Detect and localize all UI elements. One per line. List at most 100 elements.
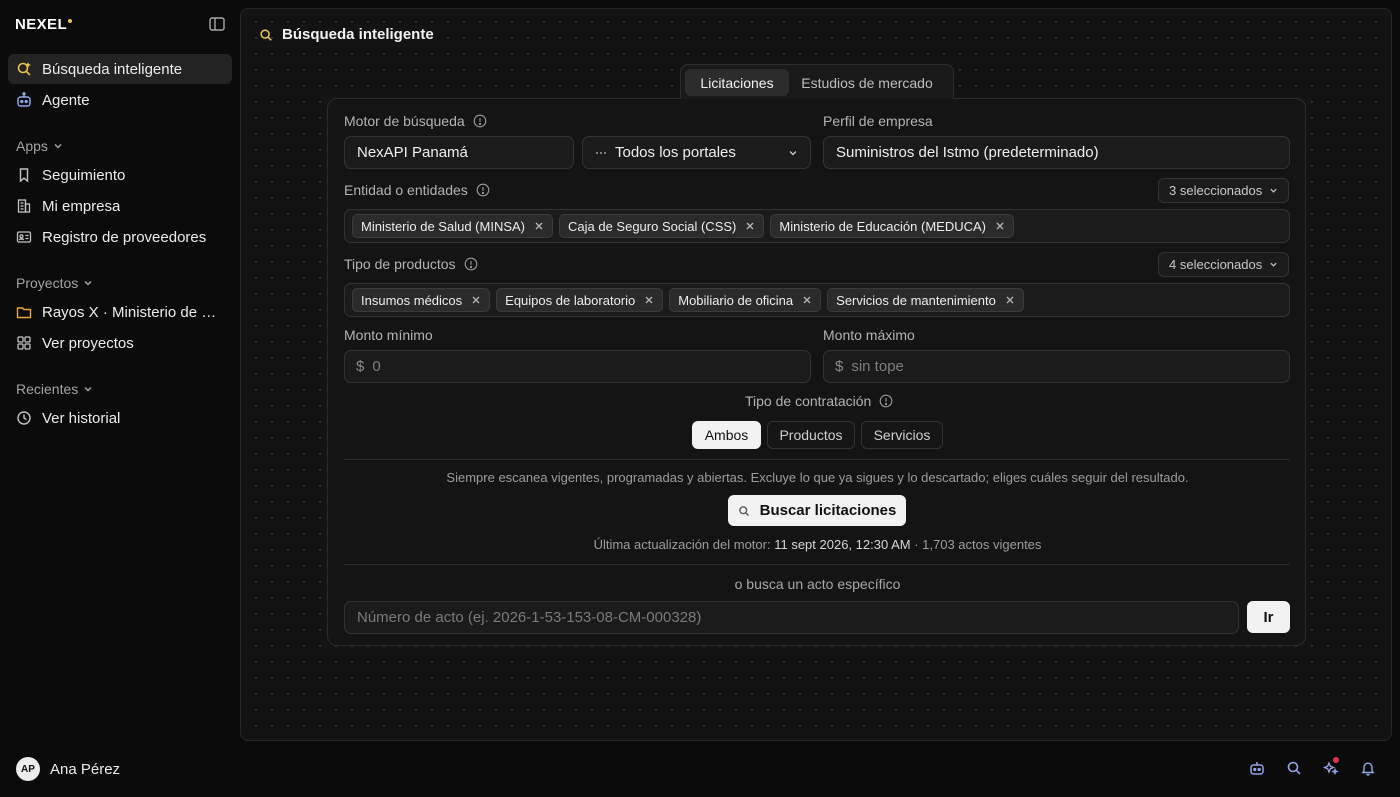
sidebar-item-agente[interactable]: Agente: [8, 85, 232, 115]
products-chip-input[interactable]: Insumos médicos Equipos de laboratorio M…: [344, 283, 1290, 317]
sparkles-icon[interactable]: [1323, 757, 1339, 776]
contract-option-servicios[interactable]: Servicios: [861, 421, 943, 449]
products-label: Tipo de productos: [344, 256, 478, 272]
sidebar-item-label: Agente: [42, 91, 90, 109]
update-time: 11 sept 2026, 12:30 AM: [774, 537, 911, 552]
page-title-text: Búsqueda inteligente: [282, 26, 434, 43]
product-chip: Equipos de laboratorio: [496, 288, 664, 312]
profile-select[interactable]: Suministros del Istmo (predeterminado): [823, 136, 1290, 169]
id-card-icon: [16, 229, 32, 245]
min-amount-placeholder: 0: [372, 358, 381, 375]
close-icon[interactable]: [471, 295, 481, 305]
sidebar-item-label: Seguimiento: [42, 166, 126, 184]
sidebar-item-label: Mi empresa: [42, 197, 121, 215]
scan-note: Siempre escanea vigentes, programadas y …: [446, 470, 1189, 485]
products-label-text: Tipo de productos: [344, 256, 456, 272]
sidebar-item-busqueda-inteligente[interactable]: Búsqueda inteligente: [8, 54, 232, 84]
building-icon: [16, 198, 32, 214]
info-icon[interactable]: [473, 114, 487, 128]
chip-label: Ministerio de Salud (MINSA): [361, 218, 525, 234]
min-amount-input[interactable]: $ 0: [344, 350, 811, 383]
entities-label-text: Entidad o entidades: [344, 182, 468, 198]
min-amount-label: Monto mínimo: [344, 327, 433, 343]
info-icon[interactable]: [879, 394, 893, 408]
chip-label: Ministerio de Educación (MEDUCA): [779, 218, 986, 234]
sidebar-item-project-rayos-x[interactable]: Rayos X · Ministerio de S...: [8, 297, 232, 327]
page-title: Búsqueda inteligente: [259, 26, 434, 43]
chevron-down-icon: [1270, 262, 1277, 267]
info-icon[interactable]: [476, 183, 490, 197]
section-recientes[interactable]: Recientes: [16, 381, 93, 397]
brand-name: NEXEL: [15, 16, 68, 33]
profile-value: Suministros del Istmo (predeterminado): [836, 144, 1099, 161]
divider: [344, 459, 1290, 460]
section-proyectos[interactable]: Proyectos: [16, 275, 93, 291]
user-name: Ana Pérez: [50, 760, 121, 778]
max-amount-label: Monto máximo: [823, 327, 915, 343]
entities-chip-input[interactable]: Ministerio de Salud (MINSA) Caja de Segu…: [344, 209, 1290, 243]
smart-search-icon: [16, 61, 32, 77]
grid-icon: [16, 335, 32, 351]
currency-symbol: $: [356, 358, 365, 375]
close-icon[interactable]: [995, 221, 1005, 231]
section-title: Apps: [16, 138, 48, 154]
folder-icon: [16, 304, 32, 320]
smart-search-icon: [259, 28, 273, 42]
sidebar-item-mi-empresa[interactable]: Mi empresa: [8, 191, 232, 221]
sidebar-item-registro-proveedores[interactable]: Registro de proveedores: [8, 222, 232, 252]
min-amount-label-text: Monto mínimo: [344, 327, 433, 343]
chevron-down-icon: [84, 280, 92, 286]
contract-option-productos[interactable]: Productos: [767, 421, 855, 449]
sidebar-item-ver-historial[interactable]: Ver historial: [8, 403, 232, 433]
sidebar-item-label: Búsqueda inteligente: [42, 60, 183, 78]
search-tenders-button[interactable]: Buscar licitaciones: [728, 495, 906, 526]
go-button[interactable]: Ir: [1247, 601, 1290, 633]
close-icon[interactable]: [644, 295, 654, 305]
sidebar-item-seguimiento[interactable]: Seguimiento: [8, 160, 232, 190]
contract-option-ambos[interactable]: Ambos: [692, 421, 761, 449]
tab-licitaciones[interactable]: Licitaciones: [685, 69, 789, 96]
tab-estudios-de-mercado[interactable]: Estudios de mercado: [789, 69, 945, 96]
bell-icon[interactable]: [1360, 760, 1376, 776]
products-count-dropdown[interactable]: 4 seleccionados: [1158, 252, 1290, 277]
avatar: AP: [16, 757, 40, 781]
products-count: 4 seleccionados: [1169, 257, 1263, 272]
engine-label: Motor de búsqueda: [344, 113, 487, 129]
contract-type-label-text: Tipo de contratación: [745, 393, 872, 409]
close-icon[interactable]: [534, 221, 544, 231]
engine-value: NexAPI Panamá: [357, 144, 468, 161]
act-number-input[interactable]: [344, 601, 1239, 634]
entities-count-dropdown[interactable]: 3 seleccionados: [1158, 178, 1290, 203]
currency-symbol: $: [835, 358, 844, 375]
max-amount-placeholder: sin tope: [851, 358, 904, 375]
sidebar-item-ver-proyectos[interactable]: Ver proyectos: [8, 328, 232, 358]
sidebar-item-label: Rayos X · Ministerio de S...: [42, 303, 222, 321]
section-apps[interactable]: Apps: [16, 138, 63, 154]
robot-icon: [16, 92, 32, 108]
close-icon[interactable]: [1005, 295, 1015, 305]
info-icon[interactable]: [464, 257, 478, 271]
specific-act-label: o busca un acto específico: [734, 576, 901, 592]
chevron-down-icon: [54, 143, 62, 149]
chip-label: Servicios de mantenimiento: [836, 292, 996, 308]
engine-label-text: Motor de búsqueda: [344, 113, 465, 129]
max-amount-input[interactable]: $ sin tope: [823, 350, 1290, 383]
engine-select[interactable]: NexAPI Panamá: [344, 136, 574, 169]
entity-chip: Ministerio de Salud (MINSA): [352, 214, 553, 238]
chip-label: Caja de Seguro Social (CSS): [568, 218, 737, 234]
section-title: Recientes: [16, 381, 79, 397]
sidebar-item-label: Ver proyectos: [42, 334, 134, 352]
section-title: Proyectos: [16, 275, 79, 291]
robot-icon[interactable]: [1249, 760, 1265, 776]
close-icon[interactable]: [802, 295, 812, 305]
sidebar-toggle-icon[interactable]: [209, 17, 227, 33]
close-icon[interactable]: [745, 221, 755, 231]
search-icon[interactable]: [1286, 760, 1302, 776]
brand-accent-dot: [68, 19, 73, 23]
sidebar-item-label: Registro de proveedores: [42, 228, 207, 246]
brand-logo[interactable]: NEXEL: [15, 16, 73, 33]
contract-type-label: Tipo de contratación: [745, 393, 893, 409]
portal-select[interactable]: Todos los portales: [582, 136, 811, 169]
portal-value: Todos los portales: [615, 144, 736, 161]
user-menu[interactable]: AP Ana Pérez: [16, 757, 120, 781]
